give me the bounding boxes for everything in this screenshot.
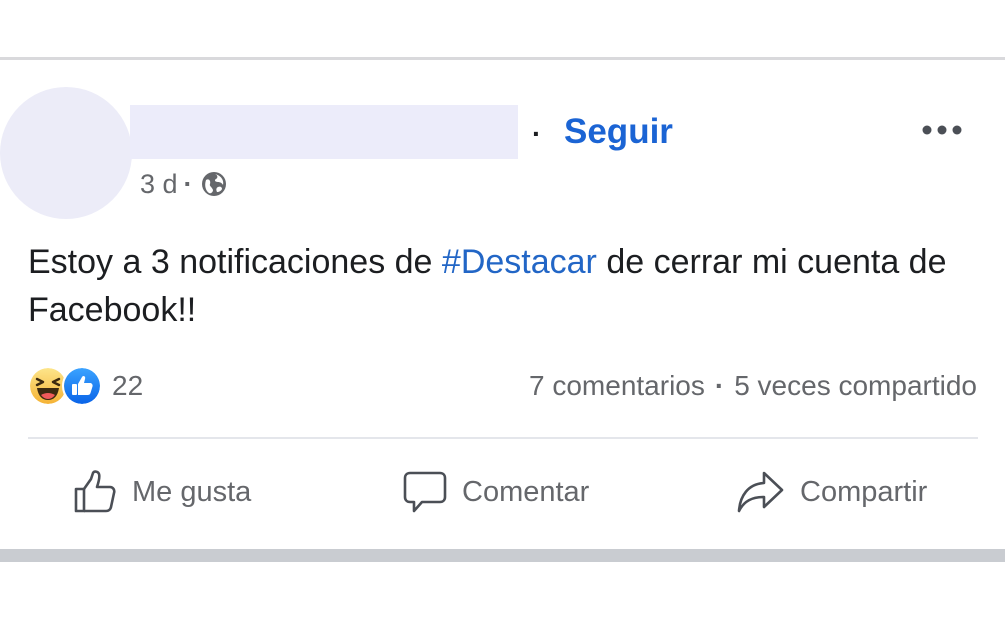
globe-icon[interactable]	[201, 171, 227, 197]
reaction-count: 22	[112, 370, 144, 401]
share-button[interactable]: Compartir	[736, 460, 927, 524]
thumbs-up-icon	[74, 470, 116, 513]
share-label: Compartir	[800, 475, 928, 508]
post-actions-bar: Me gusta Comentar Compartir	[0, 460, 1005, 524]
like-button[interactable]: Me gusta	[72, 460, 251, 524]
post-card: · Seguir 3 d · Estoy a 3 notificaciones	[0, 60, 1005, 549]
avatar[interactable]	[0, 87, 132, 219]
author-name-redacted[interactable]	[130, 105, 518, 159]
reactions-summary[interactable]: 22	[28, 366, 143, 406]
like-reaction-icon	[62, 366, 102, 406]
like-label: Me gusta	[132, 475, 252, 508]
post-text-before: Estoy a 3 notificaciones de	[28, 243, 442, 281]
more-options-icon	[922, 125, 962, 135]
more-options-button[interactable]	[918, 116, 966, 144]
comments-count-link[interactable]: 7 comentarios	[529, 370, 705, 402]
action-divider	[28, 437, 978, 439]
speech-bubble-icon	[403, 471, 447, 513]
meta-separator-dot: ·	[183, 168, 193, 199]
comment-button[interactable]: Comentar	[402, 460, 589, 524]
header-separator-dot: ·	[532, 118, 542, 149]
stats-separator-dot: ·	[714, 370, 725, 401]
post-timestamp[interactable]: 3 d	[140, 169, 178, 200]
follow-button[interactable]: Seguir	[564, 112, 673, 152]
page: · Seguir 3 d · Estoy a 3 notificaciones	[0, 0, 1005, 620]
post-stats: 7 comentarios · 5 veces compartido	[529, 366, 977, 406]
comment-label: Comentar	[462, 475, 590, 508]
post-text: Estoy a 3 notificaciones de #Destacar de…	[28, 238, 978, 334]
bottom-divider	[0, 549, 1005, 562]
hashtag-link[interactable]: #Destacar	[442, 243, 597, 281]
share-arrow-icon	[737, 471, 784, 513]
shares-count-link[interactable]: 5 veces compartido	[734, 370, 977, 402]
post-meta: 3 d ·	[140, 166, 227, 202]
